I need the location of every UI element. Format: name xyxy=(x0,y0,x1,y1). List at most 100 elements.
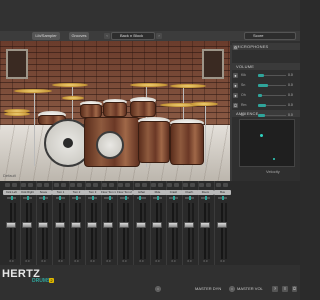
velocity-label[interactable]: Velocity xyxy=(266,169,280,174)
fader-handle[interactable] xyxy=(217,222,227,228)
fader-handle[interactable] xyxy=(136,222,146,228)
tom-3[interactable] xyxy=(130,101,156,117)
pan-knob[interactable] xyxy=(76,196,78,200)
fader-handle[interactable] xyxy=(168,222,178,228)
volume-slider-fill[interactable] xyxy=(258,74,264,77)
settings-icon[interactable]: ≡ xyxy=(282,286,288,292)
fader-track[interactable] xyxy=(26,203,28,259)
mute-button[interactable] xyxy=(183,183,188,187)
fader-handle[interactable] xyxy=(6,222,16,228)
ambience-position-dot[interactable] xyxy=(260,134,263,137)
ambience-pad[interactable] xyxy=(239,119,295,167)
solo-button[interactable] xyxy=(158,183,163,187)
pan-slider[interactable] xyxy=(185,196,194,200)
fader-handle[interactable] xyxy=(200,222,210,228)
pan-slider[interactable] xyxy=(120,196,129,200)
pan-slider[interactable] xyxy=(56,196,65,200)
pan-knob[interactable] xyxy=(189,196,191,200)
fader-track[interactable] xyxy=(221,203,223,259)
fader-handle[interactable] xyxy=(22,222,32,228)
power-icon[interactable]: ⏻ xyxy=(233,103,238,108)
floor-tom-2[interactable] xyxy=(170,123,204,165)
pan-knob[interactable] xyxy=(205,196,207,200)
mute-button[interactable] xyxy=(167,183,172,187)
mic-icon[interactable]: ● xyxy=(233,93,238,98)
pan-knob[interactable] xyxy=(125,196,127,200)
mute-button[interactable] xyxy=(216,183,221,187)
fader-handle[interactable] xyxy=(55,222,65,228)
master-vol-knob[interactable] xyxy=(229,286,235,292)
fader-track[interactable] xyxy=(59,203,61,259)
pan-slider[interactable] xyxy=(39,196,48,200)
mute-button[interactable] xyxy=(151,183,156,187)
tom-2[interactable] xyxy=(103,102,127,117)
mute-button[interactable] xyxy=(37,183,42,187)
solo-button[interactable] xyxy=(206,183,211,187)
pan-slider[interactable] xyxy=(88,196,97,200)
fader-handle[interactable] xyxy=(184,222,194,228)
pan-slider[interactable] xyxy=(218,196,227,200)
volume-slider-fill[interactable] xyxy=(258,94,262,97)
mute-button[interactable] xyxy=(54,183,59,187)
pan-knob[interactable] xyxy=(11,196,13,200)
mute-button[interactable] xyxy=(21,183,26,187)
gear-icon[interactable]: ⚙ xyxy=(233,45,238,50)
fader-track[interactable] xyxy=(10,203,12,259)
solo-button[interactable] xyxy=(223,183,228,187)
fader-handle[interactable] xyxy=(87,222,97,228)
mute-button[interactable] xyxy=(118,183,123,187)
pan-knob[interactable] xyxy=(43,196,45,200)
mic-icon[interactable]: ● xyxy=(233,73,238,78)
microphones-header[interactable]: MICROPHONES xyxy=(232,43,300,50)
solo-button[interactable] xyxy=(174,183,179,187)
mute-button[interactable] xyxy=(5,183,10,187)
fader-track[interactable] xyxy=(91,203,93,259)
volume-slider-fill[interactable] xyxy=(258,114,265,117)
ride-cymbal[interactable] xyxy=(130,83,168,87)
fader-track[interactable] xyxy=(188,203,190,259)
volume-slider-fill[interactable] xyxy=(258,104,266,107)
tom-1[interactable] xyxy=(80,104,102,118)
solo-button[interactable] xyxy=(142,183,147,187)
mute-button[interactable] xyxy=(102,183,107,187)
solo-button[interactable] xyxy=(109,183,114,187)
drum-kit-stage[interactable]: Default xyxy=(0,41,230,181)
score-select[interactable]: Score xyxy=(244,32,296,40)
solo-button[interactable] xyxy=(12,183,17,187)
master-dyn-knob[interactable] xyxy=(155,286,161,292)
splash-cymbal[interactable] xyxy=(62,96,84,100)
volume-slider-track[interactable] xyxy=(258,95,286,96)
pan-slider[interactable] xyxy=(201,196,210,200)
kit-select[interactable]: Back n Block xyxy=(111,32,155,40)
mic-icon[interactable]: ● xyxy=(233,83,238,88)
pan-knob[interactable] xyxy=(109,196,111,200)
pan-slider[interactable] xyxy=(104,196,113,200)
fader-track[interactable] xyxy=(204,203,206,259)
volume-header[interactable]: VOLUME xyxy=(232,63,300,70)
fader-track[interactable] xyxy=(107,203,109,259)
crash-cymbal-left[interactable] xyxy=(14,89,52,93)
solo-button[interactable] xyxy=(125,183,130,187)
splash-cymbal-right[interactable] xyxy=(190,102,218,106)
mute-button[interactable] xyxy=(70,183,75,187)
pan-knob[interactable] xyxy=(157,196,159,200)
pan-knob[interactable] xyxy=(173,196,175,200)
fader-track[interactable] xyxy=(156,203,158,259)
tab-lib-sampler[interactable]: Lib/Sampler xyxy=(32,32,60,40)
floor-tom-1[interactable] xyxy=(138,121,170,163)
pan-slider[interactable] xyxy=(137,196,146,200)
pan-slider[interactable] xyxy=(23,196,32,200)
help-icon[interactable]: ? xyxy=(272,286,278,292)
fader-track[interactable] xyxy=(140,203,142,259)
pan-slider[interactable] xyxy=(153,196,162,200)
crash-cymbal[interactable] xyxy=(52,83,88,87)
fader-handle[interactable] xyxy=(119,222,129,228)
fader-track[interactable] xyxy=(172,203,174,259)
mute-button[interactable] xyxy=(86,183,91,187)
tab-grooves[interactable]: Grooves xyxy=(69,32,89,40)
solo-button[interactable] xyxy=(93,183,98,187)
pan-knob[interactable] xyxy=(92,196,94,200)
pan-slider[interactable] xyxy=(72,196,81,200)
fader-track[interactable] xyxy=(123,203,125,259)
mute-button[interactable] xyxy=(199,183,204,187)
